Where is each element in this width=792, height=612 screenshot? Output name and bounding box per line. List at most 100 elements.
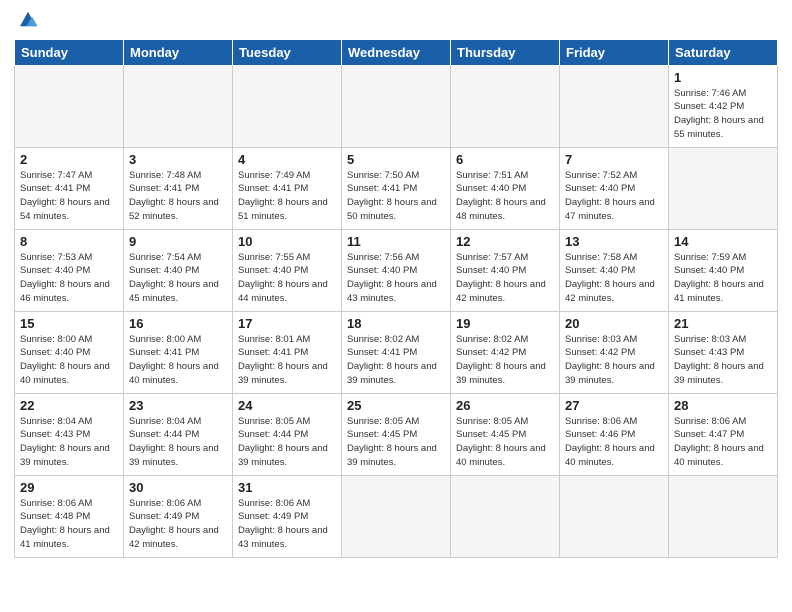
sunrise-label: Sunrise: 8:06 AM (674, 416, 746, 427)
day-number: 8 (20, 234, 118, 249)
sunrise-label: Sunrise: 7:49 AM (238, 170, 310, 181)
calendar-cell: 2Sunrise: 7:47 AMSunset: 4:41 PMDaylight… (15, 147, 124, 229)
calendar-cell: 14Sunrise: 7:59 AMSunset: 4:40 PMDayligh… (669, 229, 778, 311)
day-info: Sunrise: 8:03 AMSunset: 4:43 PMDaylight:… (674, 333, 772, 388)
day-number: 3 (129, 152, 227, 167)
daylight-label: Daylight: 8 hours and 39 minutes. (565, 361, 655, 386)
sunrise-label: Sunrise: 8:04 AM (20, 416, 92, 427)
sunrise-label: Sunrise: 8:05 AM (238, 416, 310, 427)
sunset-label: Sunset: 4:40 PM (129, 265, 199, 276)
sunrise-label: Sunrise: 8:02 AM (347, 334, 419, 345)
calendar-cell: 17Sunrise: 8:01 AMSunset: 4:41 PMDayligh… (233, 311, 342, 393)
weekday-header-tuesday: Tuesday (233, 39, 342, 65)
day-info: Sunrise: 8:06 AMSunset: 4:48 PMDaylight:… (20, 497, 118, 552)
daylight-label: Daylight: 8 hours and 41 minutes. (20, 525, 110, 550)
day-number: 25 (347, 398, 445, 413)
calendar-cell (342, 475, 451, 557)
day-number: 26 (456, 398, 554, 413)
sunset-label: Sunset: 4:40 PM (565, 183, 635, 194)
day-info: Sunrise: 8:00 AMSunset: 4:40 PMDaylight:… (20, 333, 118, 388)
day-number: 21 (674, 316, 772, 331)
daylight-label: Daylight: 8 hours and 55 minutes. (674, 115, 764, 140)
day-info: Sunrise: 8:04 AMSunset: 4:43 PMDaylight:… (20, 415, 118, 470)
weekday-header-wednesday: Wednesday (342, 39, 451, 65)
day-info: Sunrise: 7:50 AMSunset: 4:41 PMDaylight:… (347, 169, 445, 224)
sunset-label: Sunset: 4:41 PM (20, 183, 90, 194)
daylight-label: Daylight: 8 hours and 39 minutes. (456, 361, 546, 386)
day-info: Sunrise: 7:51 AMSunset: 4:40 PMDaylight:… (456, 169, 554, 224)
calendar-cell: 21 Sunrise: 8:03 AMSunset: 4:43 PMDayligh… (669, 311, 778, 393)
sunset-label: Sunset: 4:41 PM (347, 347, 417, 358)
calendar-week-3: 8Sunrise: 7:53 AMSunset: 4:40 PMDaylight… (15, 229, 778, 311)
day-info: Sunrise: 8:06 AMSunset: 4:49 PMDaylight:… (238, 497, 336, 552)
calendar-cell (451, 475, 560, 557)
calendar-cell: 18Sunrise: 8:02 AMSunset: 4:41 PMDayligh… (342, 311, 451, 393)
weekday-header-sunday: Sunday (15, 39, 124, 65)
daylight-label: Daylight: 8 hours and 42 minutes. (565, 279, 655, 304)
day-number: 29 (20, 480, 118, 495)
sunset-label: Sunset: 4:40 PM (674, 265, 744, 276)
daylight-label: Daylight: 8 hours and 39 minutes. (674, 361, 764, 386)
day-number: 20 (565, 316, 663, 331)
calendar-cell (124, 65, 233, 147)
day-number: 6 (456, 152, 554, 167)
sunset-label: Sunset: 4:42 PM (456, 347, 526, 358)
sunrise-label: Sunrise: 8:06 AM (238, 498, 310, 509)
sunrise-label: Sunrise: 7:53 AM (20, 252, 92, 263)
day-info: Sunrise: 7:52 AMSunset: 4:40 PMDaylight:… (565, 169, 663, 224)
sunset-label: Sunset: 4:42 PM (674, 101, 744, 112)
sunset-label: Sunset: 4:41 PM (238, 347, 308, 358)
calendar-cell: 9Sunrise: 7:54 AMSunset: 4:40 PMDaylight… (124, 229, 233, 311)
daylight-label: Daylight: 8 hours and 43 minutes. (347, 279, 437, 304)
calendar-cell: 24Sunrise: 8:05 AMSunset: 4:44 PMDayligh… (233, 393, 342, 475)
sunrise-label: Sunrise: 8:03 AM (565, 334, 637, 345)
daylight-label: Daylight: 8 hours and 40 minutes. (20, 361, 110, 386)
day-info: Sunrise: 8:02 AMSunset: 4:42 PMDaylight:… (456, 333, 554, 388)
calendar-cell: 31 Sunrise: 8:06 AMSunset: 4:49 PMDayligh… (233, 475, 342, 557)
sunrise-label: Sunrise: 8:01 AM (238, 334, 310, 345)
sunrise-label: Sunrise: 8:06 AM (565, 416, 637, 427)
daylight-label: Daylight: 8 hours and 47 minutes. (565, 197, 655, 222)
daylight-label: Daylight: 8 hours and 42 minutes. (129, 525, 219, 550)
sunrise-label: Sunrise: 7:50 AM (347, 170, 419, 181)
calendar-cell: 22Sunrise: 8:04 AMSunset: 4:43 PMDayligh… (15, 393, 124, 475)
calendar-week-5: 22Sunrise: 8:04 AMSunset: 4:43 PMDayligh… (15, 393, 778, 475)
sunrise-label: Sunrise: 8:00 AM (20, 334, 92, 345)
calendar-table: SundayMondayTuesdayWednesdayThursdayFrid… (14, 39, 778, 558)
day-info: Sunrise: 7:57 AMSunset: 4:40 PMDaylight:… (456, 251, 554, 306)
sunrise-label: Sunrise: 8:06 AM (129, 498, 201, 509)
calendar-week-4: 15Sunrise: 8:00 AMSunset: 4:40 PMDayligh… (15, 311, 778, 393)
calendar-cell: 11Sunrise: 7:56 AMSunset: 4:40 PMDayligh… (342, 229, 451, 311)
calendar-cell: 20 Sunrise: 8:03 AM Sunset: 4:42 PM Dayligh… (560, 311, 669, 393)
daylight-label: Daylight: 8 hours and 46 minutes. (20, 279, 110, 304)
day-info: Sunrise: 8:06 AMSunset: 4:46 PMDaylight:… (565, 415, 663, 470)
day-number: 10 (238, 234, 336, 249)
calendar-cell (560, 65, 669, 147)
day-info: Sunrise: 8:06 AMSunset: 4:49 PMDaylight:… (129, 497, 227, 552)
day-number: 18 (347, 316, 445, 331)
day-number: 31 (238, 480, 336, 495)
calendar-cell: 27 Sunrise: 8:06 AMSunset: 4:46 PMDayligh… (560, 393, 669, 475)
sunset-label: Sunset: 4:45 PM (456, 429, 526, 440)
calendar-cell: 12Sunrise: 7:57 AMSunset: 4:40 PMDayligh… (451, 229, 560, 311)
daylight-label: Daylight: 8 hours and 40 minutes. (129, 361, 219, 386)
calendar-cell: 30Sunrise: 8:06 AMSunset: 4:49 PMDayligh… (124, 475, 233, 557)
sunset-label: Sunset: 4:43 PM (674, 347, 744, 358)
sunset-label: Sunset: 4:41 PM (129, 347, 199, 358)
day-number: 27 (565, 398, 663, 413)
daylight-label: Daylight: 8 hours and 39 minutes. (238, 443, 328, 468)
sunset-label: Sunset: 4:42 PM (565, 347, 635, 358)
day-info: Sunrise: 8:02 AMSunset: 4:41 PMDaylight:… (347, 333, 445, 388)
sunset-label: Sunset: 4:40 PM (456, 183, 526, 194)
day-number: 5 (347, 152, 445, 167)
day-info: Sunrise: 7:53 AMSunset: 4:40 PMDaylight:… (20, 251, 118, 306)
day-info: Sunrise: 7:56 AMSunset: 4:40 PMDaylight:… (347, 251, 445, 306)
daylight-label: Daylight: 8 hours and 40 minutes. (565, 443, 655, 468)
daylight-label: Daylight: 8 hours and 48 minutes. (456, 197, 546, 222)
sunrise-label: Sunrise: 7:58 AM (565, 252, 637, 263)
calendar-cell: 15Sunrise: 8:00 AMSunset: 4:40 PMDayligh… (15, 311, 124, 393)
daylight-label: Daylight: 8 hours and 42 minutes. (456, 279, 546, 304)
day-info: Sunrise: 7:55 AMSunset: 4:40 PMDaylight:… (238, 251, 336, 306)
daylight-label: Daylight: 8 hours and 39 minutes. (20, 443, 110, 468)
daylight-label: Daylight: 8 hours and 44 minutes. (238, 279, 328, 304)
